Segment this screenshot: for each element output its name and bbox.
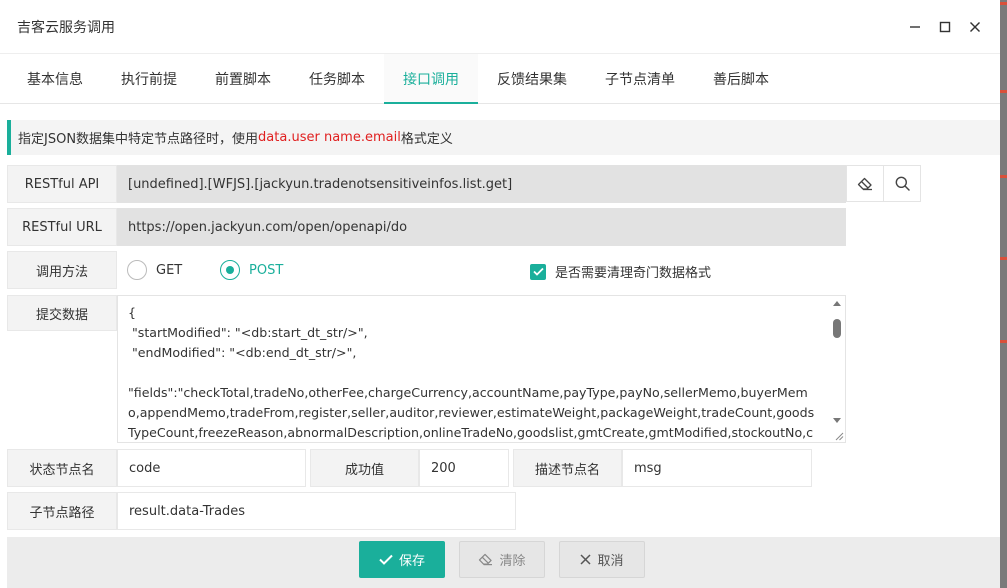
tab-precondition[interactable]: 执行前提 (102, 54, 196, 103)
desc-field[interactable]: msg (622, 449, 812, 487)
success-label: 成功值 (310, 449, 419, 487)
maximize-icon (939, 21, 951, 32)
body-label: 提交数据 (7, 295, 117, 331)
child-path-label: 子节点路径 (7, 492, 117, 530)
clear-api-button[interactable] (846, 165, 884, 202)
tab-post-script[interactable]: 善后脚本 (694, 54, 788, 103)
clear-label: 清除 (499, 554, 526, 569)
method-get-radio[interactable]: GET (127, 260, 182, 280)
tab-task-script[interactable]: 任务脚本 (290, 54, 384, 103)
check-icon (379, 554, 393, 565)
footer-bar: 保存 清除 取消 (7, 537, 1000, 588)
close-button[interactable] (960, 12, 990, 42)
tab-child-nodes[interactable]: 子节点清单 (586, 54, 694, 103)
body-textarea[interactable]: { "startModified": "<db:start_dt_str/>",… (117, 295, 846, 443)
save-label: 保存 (398, 554, 425, 569)
service-call-dialog: 吉客云服务调用 基本信息 执行前提 前置脚本 任务脚本 接口调用 反馈结果集 子… (0, 0, 1000, 588)
background-strip (999, 0, 1007, 588)
hint-suffix: 格式定义 (400, 132, 453, 147)
tab-bar: 基本信息 执行前提 前置脚本 任务脚本 接口调用 反馈结果集 子节点清单 善后脚… (0, 54, 1000, 104)
api-label: RESTful API (7, 165, 117, 203)
title-bar: 吉客云服务调用 (0, 0, 1000, 54)
minimize-icon (910, 25, 920, 28)
url-label: RESTful URL (7, 208, 117, 246)
search-api-button[interactable] (883, 165, 921, 202)
checkmark-icon (532, 267, 544, 276)
hint-highlight: data.user name.email (258, 130, 401, 145)
search-icon (895, 176, 910, 191)
desc-label: 描述节点名 (513, 449, 622, 487)
scroll-up-arrow-icon[interactable] (833, 301, 841, 306)
tab-pre-script[interactable]: 前置脚本 (196, 54, 290, 103)
status-field[interactable]: code (117, 449, 306, 487)
close-icon (970, 21, 980, 32)
method-label: 调用方法 (7, 251, 117, 289)
maximize-button[interactable] (930, 12, 960, 42)
close-icon (580, 554, 592, 565)
hint-banner: 指定JSON数据集中特定节点路径时，使用 data.user name.email… (7, 120, 1000, 155)
scroll-down-arrow-icon[interactable] (833, 418, 841, 423)
dialog-title: 吉客云服务调用 (17, 19, 115, 36)
save-button[interactable]: 保存 (359, 541, 445, 578)
cancel-button[interactable]: 取消 (559, 541, 645, 578)
child-path-field[interactable]: result.data-Trades (117, 492, 516, 530)
success-field[interactable]: 200 (419, 449, 509, 487)
method-post-radio[interactable]: POST (220, 260, 283, 280)
url-field[interactable]: https://open.jackyun.com/open/openapi/do (117, 208, 846, 246)
radio-circle (127, 260, 147, 280)
clean-format-label: 是否需要清理奇门数据格式 (555, 266, 712, 281)
minimize-button[interactable] (900, 12, 930, 42)
method-get-label: GET (156, 262, 183, 278)
status-label: 状态节点名 (7, 449, 117, 487)
tab-feedback-result[interactable]: 反馈结果集 (478, 54, 586, 103)
cancel-label: 取消 (597, 554, 624, 569)
scroll-thumb[interactable] (833, 319, 841, 338)
clear-button[interactable]: 清除 (459, 541, 545, 578)
checkbox-box (530, 263, 546, 280)
eraser-icon (479, 553, 493, 566)
tab-basic-info[interactable]: 基本信息 (8, 54, 102, 103)
tab-api-call[interactable]: 接口调用 (384, 54, 478, 104)
resize-handle-icon[interactable] (835, 432, 844, 441)
radio-circle (220, 260, 240, 280)
api-field[interactable]: [undefined].[WFJS].[jackyun.tradenotsens… (117, 165, 846, 203)
clean-format-checkbox[interactable]: 是否需要清理奇门数据格式 (530, 262, 711, 281)
textarea-scrollbar[interactable] (831, 297, 844, 423)
eraser-icon (857, 177, 872, 190)
method-post-label: POST (249, 262, 284, 278)
hint-prefix: 指定JSON数据集中特定节点路径时，使用 (18, 132, 259, 147)
